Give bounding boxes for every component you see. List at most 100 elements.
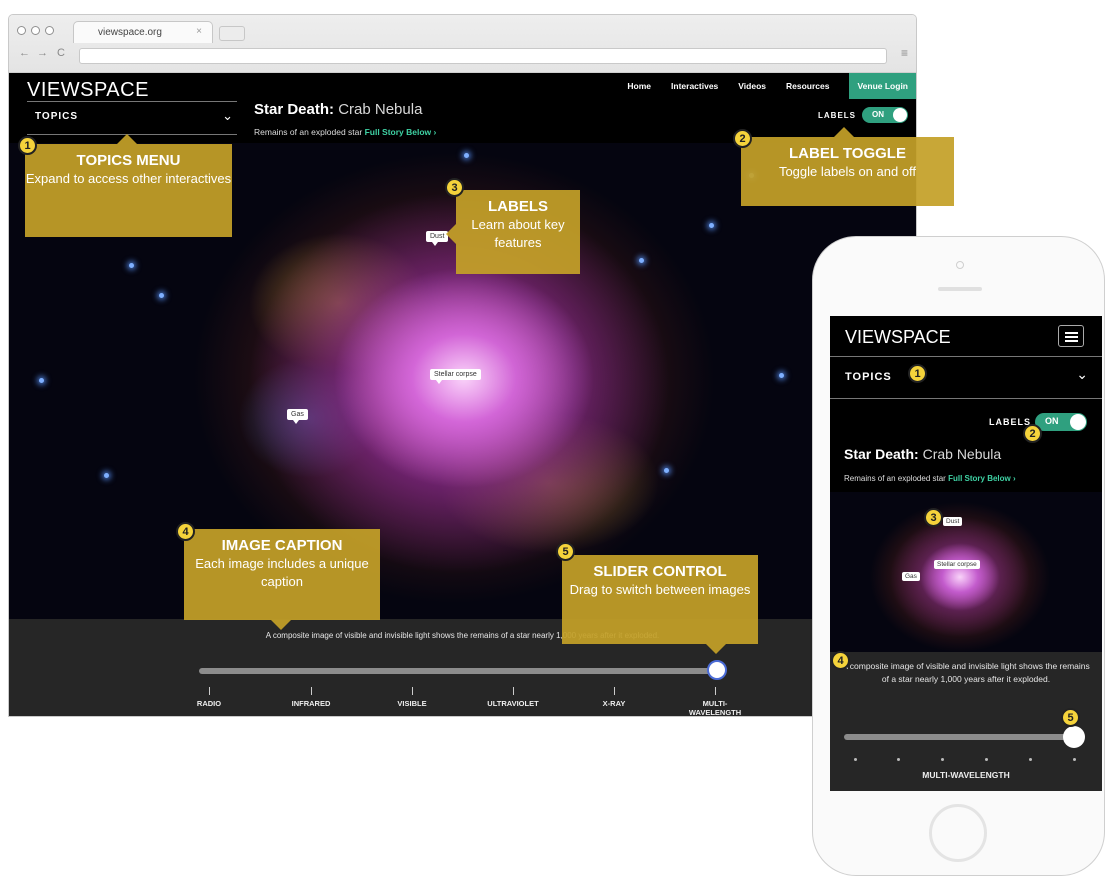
callout-body: Learn about key features (471, 217, 565, 250)
labels-toggle[interactable]: ON (862, 107, 908, 123)
image-label-dust[interactable]: Dust (943, 517, 963, 526)
chevron-down-icon[interactable]: ⌄ (222, 108, 233, 124)
address-bar[interactable] (79, 48, 887, 64)
nav-home[interactable]: Home (627, 81, 651, 91)
marker-1: 1 (908, 364, 927, 383)
viewspace-logo[interactable]: VIEWSPACE (845, 327, 951, 348)
toggle-knob (893, 108, 907, 122)
callout-topics-menu: TOPICS MENU Expand to access other inter… (25, 144, 232, 237)
arrow-left-icon[interactable]: ← (19, 47, 30, 59)
subtitle-text: Remains of an exploded star (844, 474, 946, 483)
phone-speaker (938, 287, 982, 291)
topics-menu[interactable]: TOPICS ⌄ (27, 103, 237, 133)
marker-5: 5 (1061, 708, 1080, 727)
browser-tab[interactable]: viewspace.org × (73, 21, 213, 43)
marker-2: 2 (1023, 424, 1042, 443)
minimize-window-button[interactable] (31, 26, 40, 35)
wavelength-slider-handle[interactable] (1063, 726, 1085, 748)
new-tab-button[interactable] (219, 26, 245, 41)
nav-resources[interactable]: Resources (786, 81, 829, 91)
marker-4: 4 (176, 522, 195, 541)
reload-icon[interactable]: C (57, 47, 65, 59)
mobile-site: VIEWSPACE TOPICS ⌄ LABELS ON Star Death:… (830, 316, 1102, 791)
image-label-gas[interactable]: Gas (902, 572, 920, 581)
chevron-down-icon[interactable]: ⌄ (1076, 366, 1088, 383)
labels-toggle[interactable]: ON (1035, 413, 1087, 431)
slider-stop-visible[interactable]: VISIBLE (372, 687, 452, 708)
callout-body: Drag to switch between images (569, 582, 751, 597)
labels-toggle-state: ON (872, 110, 884, 119)
slider-stop-label: RADIO (196, 699, 222, 708)
arrow-right-icon[interactable]: → (37, 47, 48, 59)
page-title-bold: Star Death: (844, 446, 919, 462)
star (709, 223, 714, 228)
hamburger-menu-icon[interactable] (1058, 325, 1084, 347)
wavelength-slider-handle[interactable] (707, 660, 727, 680)
slider-stop[interactable] (985, 758, 988, 761)
labels-toggle-label: LABELS (989, 417, 1031, 427)
full-story-link[interactable]: Full Story Below › (948, 474, 1016, 483)
callout-body: Each image includes a unique caption (195, 556, 369, 589)
labels-toggle-control: LABELS ON (818, 107, 908, 123)
star (39, 378, 44, 383)
nav-interactives[interactable]: Interactives (671, 81, 718, 91)
subtitle-text: Remains of an exploded star (254, 127, 363, 137)
image-label-stellar-corpse[interactable]: Stellar corpse (934, 560, 980, 569)
marker-2: 2 (733, 129, 752, 148)
browser-menu-icon[interactable]: ≡ (901, 46, 908, 60)
callout-image-caption: IMAGE CAPTION Each image includes a uniq… (184, 529, 380, 620)
close-window-button[interactable] (17, 26, 26, 35)
slider-stop-infrared[interactable]: INFRARED (271, 687, 351, 708)
image-label-gas[interactable]: Gas (287, 409, 308, 424)
wavelength-slider-track[interactable] (844, 734, 1080, 740)
browser-window: viewspace.org × ← → C ≡ VIEWSPACE TOPICS (8, 14, 917, 717)
slider-stop-x-ray[interactable]: X-RAY (574, 687, 654, 708)
slider-stop[interactable] (897, 758, 900, 761)
labels-toggle-state: ON (1045, 416, 1059, 426)
venue-login-button[interactable]: Venue Login (849, 73, 916, 99)
toggle-knob (1070, 414, 1086, 430)
page-title: Star Death: Crab Nebula (844, 446, 1001, 462)
star (129, 263, 134, 268)
maximize-window-button[interactable] (45, 26, 54, 35)
callout-title: LABELS (488, 198, 548, 215)
slider-stop-multi-wavelength[interactable]: MULTI-WAVELENGTH (680, 687, 750, 716)
nav-videos[interactable]: Videos (738, 81, 766, 91)
page-title-light: Crab Nebula (922, 446, 1002, 462)
full-story-link[interactable]: Full Story Below › (365, 127, 437, 137)
callout-title: LABEL TOGGLE (789, 145, 906, 162)
image-label-stellar-corpse[interactable]: Stellar corpse (430, 369, 481, 384)
close-tab-icon[interactable]: × (196, 26, 202, 37)
phone-home-button[interactable] (929, 804, 987, 862)
callout-title: SLIDER CONTROL (593, 563, 727, 580)
page-title-light: Crab Nebula (338, 101, 423, 118)
topics-menu[interactable]: TOPICS (845, 371, 892, 383)
slider-stop[interactable] (854, 758, 857, 761)
star (104, 473, 109, 478)
viewspace-logo[interactable]: VIEWSPACE (27, 79, 149, 102)
slider-stop-label: INFRARED (291, 699, 331, 708)
callout-slider-control: SLIDER CONTROL Drag to switch between im… (562, 555, 758, 644)
slider-stop-label: X-RAY (602, 699, 626, 708)
slider-stop[interactable] (1073, 758, 1076, 761)
marker-5: 5 (556, 542, 575, 561)
marker-3: 3 (445, 178, 464, 197)
slider-stop[interactable] (1029, 758, 1032, 761)
callout-pointer (117, 134, 137, 144)
callout-title: IMAGE CAPTION (221, 537, 343, 554)
callout-pointer (271, 620, 291, 630)
marker-1: 1 (18, 136, 37, 155)
callout-pointer (446, 224, 456, 244)
page-subtitle: Remains of an exploded star Full Story B… (844, 474, 1016, 483)
caption-bar: A composite image of visible and invisib… (9, 619, 916, 716)
marker-3: 3 (924, 508, 943, 527)
slider-stop-radio[interactable]: RADIO (169, 687, 249, 708)
slider-stop-ultraviolet[interactable]: ULTRAVIOLET (473, 687, 553, 708)
image-caption: A composite image of visible and invisib… (842, 661, 1090, 684)
slider-selected-label: MULTI-WAVELENGTH (922, 770, 1010, 780)
slider-stop[interactable] (941, 758, 944, 761)
divider (830, 356, 1102, 357)
star (159, 293, 164, 298)
marker-4: 4 (831, 651, 850, 670)
wavelength-slider-track[interactable] (199, 668, 717, 674)
